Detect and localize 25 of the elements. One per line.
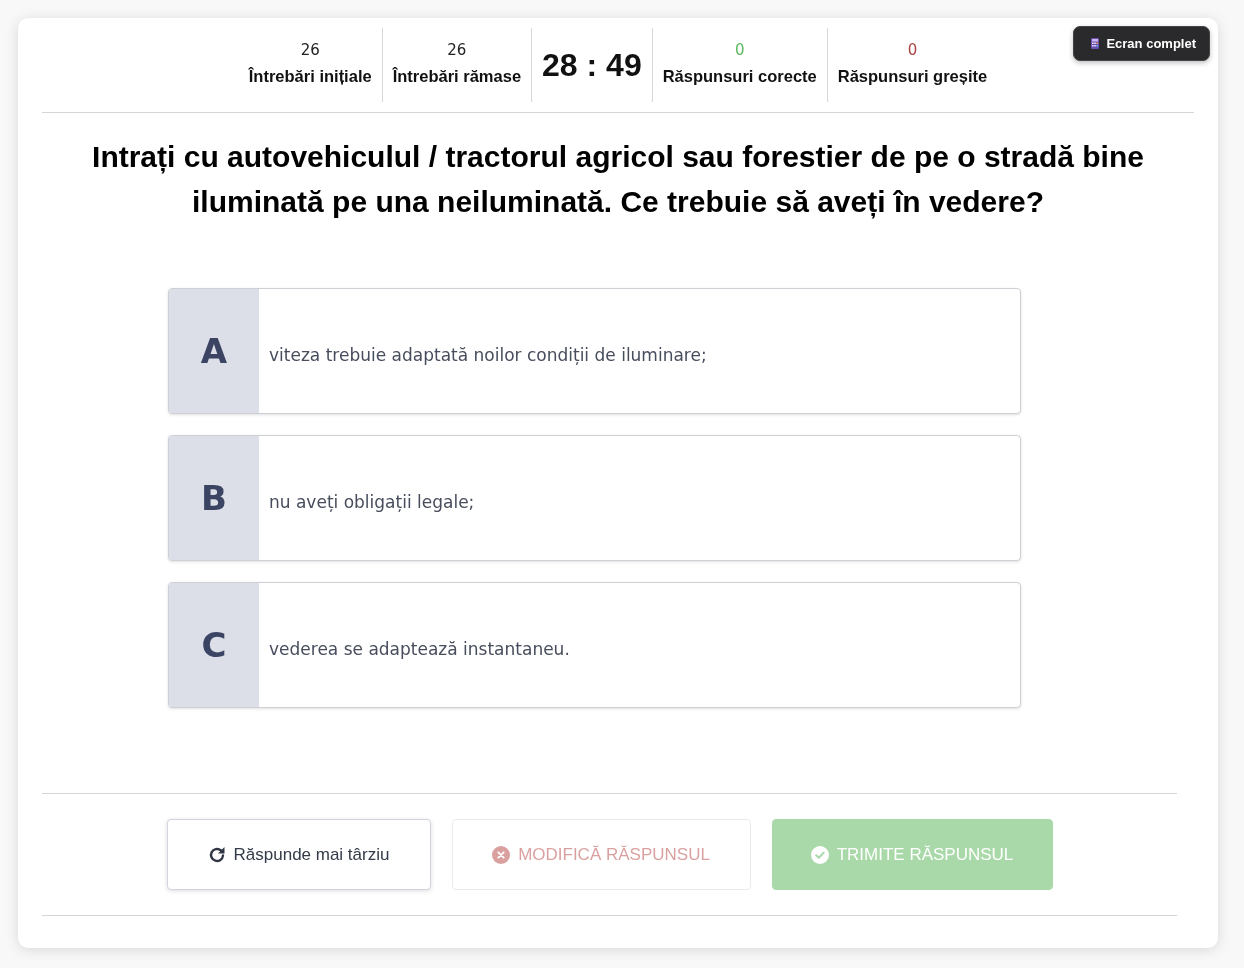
answer-letter: A [169, 289, 259, 413]
close-circle-icon [492, 845, 511, 864]
stat-label: Răspunsuri corecte [662, 66, 817, 86]
stat-value: 0 [907, 40, 918, 60]
stat-value: 26 [300, 40, 320, 60]
check-circle-icon [810, 845, 829, 864]
fullscreen-button[interactable]: Ecran complet [1073, 26, 1210, 61]
answer-letter: C [169, 583, 259, 707]
calculator-icon [1091, 38, 1100, 49]
stat-label: Întrebări rămase [392, 66, 522, 86]
answer-option[interactable]: A viteza trebuie adaptată noilor condiții de iluminare; [168, 288, 1021, 414]
answer-text: vederea se adaptează instantaneu. [269, 639, 570, 659]
question-text: Intrați cu autovehiculul / tractorul agricol sau forestier de pe o stradă bine iluminată pe una neiluminată. Ce trebuie să aveți în vedere? [91, 139, 1145, 221]
countdown-timer: 28 : 49 [542, 46, 642, 84]
stat-value: 26 [447, 40, 467, 60]
answer-option[interactable]: B nu aveți obligații legale; [168, 435, 1021, 561]
answer-text: viteza trebuie adaptată noilor condiții de iluminare; [269, 345, 707, 365]
answer-option[interactable]: C vederea se adaptează instantaneu. [168, 582, 1021, 708]
answer-text: nu aveți obligații legale; [269, 492, 475, 512]
stat-value: 0 [734, 40, 745, 60]
stat-label: Întrebări inițiale [248, 66, 372, 86]
stat-label: Răspunsuri greșite [837, 66, 988, 86]
refresh-icon [207, 845, 226, 864]
answer-later-button[interactable]: Răspunde mai târziu [166, 819, 431, 890]
answer-letter: B [169, 436, 259, 560]
